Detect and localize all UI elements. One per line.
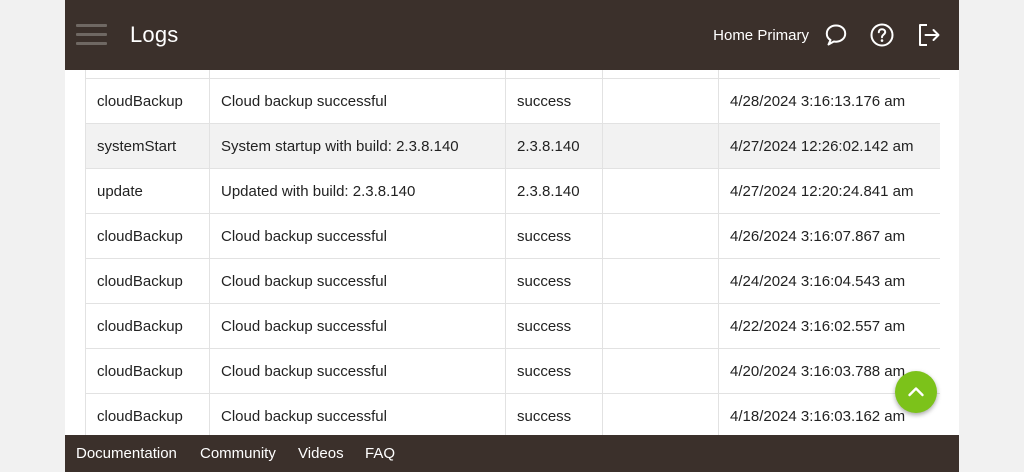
log-name-cell: cloudBackup <box>85 213 210 259</box>
log-value-cell: success <box>505 213 603 259</box>
log-value-cell: success <box>505 78 603 124</box>
help-circle-icon[interactable] <box>868 21 896 49</box>
log-name-cell: cloudBackup <box>85 393 210 435</box>
logout-icon[interactable] <box>915 21 943 49</box>
logs-table: cloudBackup Cloud backup successful succ… <box>85 70 940 435</box>
chevron-up-icon <box>908 387 924 397</box>
log-description-cell: Cloud backup successful <box>209 348 506 394</box>
log-value-cell: success <box>505 348 603 394</box>
log-extra-cell <box>602 393 719 435</box>
hub-name[interactable]: Home Primary <box>713 26 809 46</box>
log-extra-cell <box>602 213 719 259</box>
top-bar: Logs Home Primary <box>65 0 959 70</box>
log-name-cell <box>85 70 210 79</box>
log-description-cell: Cloud backup successful <box>209 258 506 304</box>
log-name-cell: cloudBackup <box>85 303 210 349</box>
logs-table-container[interactable]: cloudBackup Cloud backup successful succ… <box>85 70 940 435</box>
log-value-cell <box>505 70 603 79</box>
footer-bar: Documentation Community Videos FAQ <box>65 435 959 472</box>
table-row: systemStart System startup with build: 2… <box>85 123 940 169</box>
log-description-cell <box>209 70 506 79</box>
log-date-cell: 4/22/2024 3:16:02.557 am <box>718 303 940 349</box>
log-extra-cell <box>602 70 719 79</box>
table-row: cloudBackup Cloud backup successful succ… <box>85 78 940 124</box>
log-extra-cell <box>602 303 719 349</box>
log-date-cell: 4/24/2024 3:16:04.543 am <box>718 258 940 304</box>
log-value-cell: success <box>505 258 603 304</box>
log-name-cell: cloudBackup <box>85 258 210 304</box>
log-extra-cell <box>602 258 719 304</box>
log-description-cell: Updated with build: 2.3.8.140 <box>209 168 506 214</box>
log-description-cell: Cloud backup successful <box>209 78 506 124</box>
footer-link-videos[interactable]: Videos <box>298 445 344 463</box>
table-row: cloudBackup Cloud backup successful succ… <box>85 303 940 349</box>
log-value-cell: 2.3.8.140 <box>505 123 603 169</box>
log-description-cell: Cloud backup successful <box>209 303 506 349</box>
log-value-cell: success <box>505 393 603 435</box>
log-name-cell: systemStart <box>85 123 210 169</box>
table-row: cloudBackup Cloud backup successful succ… <box>85 348 940 394</box>
footer-link-faq[interactable]: FAQ <box>365 445 395 463</box>
log-date-cell <box>718 70 940 79</box>
log-name-cell: cloudBackup <box>85 348 210 394</box>
app-window: Logs Home Primary cloudBackup Cloud back… <box>65 0 959 472</box>
footer-link-documentation[interactable]: Documentation <box>76 445 177 463</box>
scroll-to-top-button[interactable] <box>895 371 937 413</box>
page-title: Logs <box>130 22 179 47</box>
log-value-cell: success <box>505 303 603 349</box>
table-row <box>85 70 940 79</box>
log-name-cell: cloudBackup <box>85 78 210 124</box>
table-row: cloudBackup Cloud backup successful succ… <box>85 258 940 304</box>
chat-bubble-icon[interactable] <box>822 21 850 49</box>
table-row: update Updated with build: 2.3.8.140 2.3… <box>85 168 940 214</box>
hamburger-menu-icon[interactable] <box>76 22 107 48</box>
log-description-cell: Cloud backup successful <box>209 213 506 259</box>
table-row: cloudBackup Cloud backup successful succ… <box>85 393 940 435</box>
log-date-cell: 4/26/2024 3:16:07.867 am <box>718 213 940 259</box>
log-date-cell: 4/28/2024 3:16:13.176 am <box>718 78 940 124</box>
table-row: cloudBackup Cloud backup successful succ… <box>85 213 940 259</box>
log-extra-cell <box>602 348 719 394</box>
log-date-cell: 4/27/2024 12:20:24.841 am <box>718 168 940 214</box>
log-name-cell: update <box>85 168 210 214</box>
log-value-cell: 2.3.8.140 <box>505 168 603 214</box>
log-description-cell: Cloud backup successful <box>209 393 506 435</box>
footer-link-community[interactable]: Community <box>200 445 276 463</box>
log-extra-cell <box>602 78 719 124</box>
log-extra-cell <box>602 168 719 214</box>
log-extra-cell <box>602 123 719 169</box>
log-description-cell: System startup with build: 2.3.8.140 <box>209 123 506 169</box>
log-date-cell: 4/27/2024 12:26:02.142 am <box>718 123 940 169</box>
